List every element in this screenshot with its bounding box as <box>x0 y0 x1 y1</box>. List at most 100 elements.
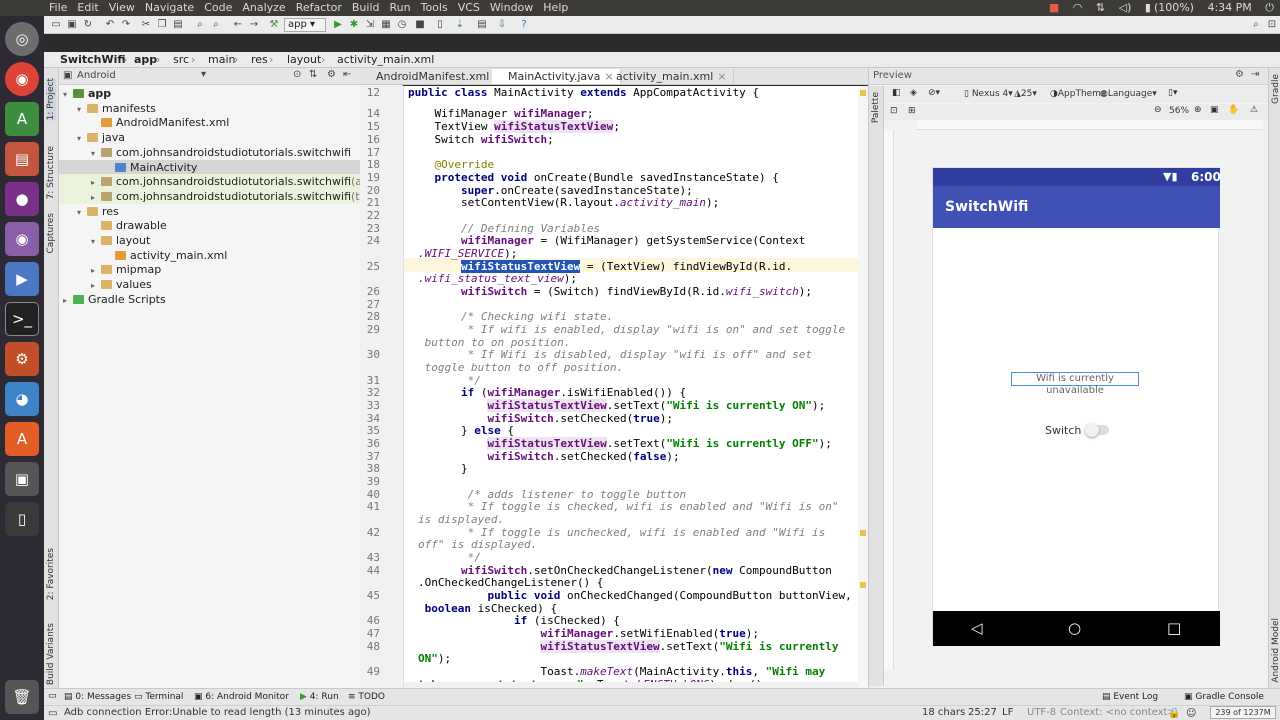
zoom-in-icon[interactable]: ⊕ <box>1194 105 1202 115</box>
tree-node[interactable]: AndroidManifest.xml <box>59 115 403 130</box>
theme-select[interactable]: ◑AppTheme <box>1050 89 1107 99</box>
code-line[interactable]: * If toggle is checked, wifi is enabled … <box>408 501 839 513</box>
copy-icon[interactable]: ❐ <box>156 19 168 31</box>
menu-view[interactable]: View <box>104 0 140 16</box>
tab-android-manifest[interactable]: AndroidManifest.xml× <box>360 69 510 84</box>
sync-icon[interactable]: ↻ <box>82 19 94 31</box>
stop-icon[interactable]: ■ <box>414 19 426 31</box>
paste-icon[interactable]: ▤ <box>172 19 184 31</box>
status-toggle-icon[interactable]: ▭ <box>48 708 57 719</box>
gradle-tool-tab[interactable]: Gradle <box>1271 74 1280 104</box>
android-model-tool-tab[interactable]: Android Model <box>1271 618 1280 683</box>
layer-icon[interactable]: ⊘▾ <box>928 88 940 98</box>
structure-tool-tab[interactable]: 7: Structure <box>46 146 56 200</box>
memory-indicator[interactable]: 239 of 1237M <box>1210 706 1276 719</box>
code-line[interactable]: public class MainActivity extends AppCom… <box>408 87 759 99</box>
breadcrumb-project[interactable]: SwitchWifi <box>60 53 126 67</box>
code-line[interactable]: wifiStatusTextView.setText("Wifi is curr… <box>408 437 832 450</box>
tree-node[interactable]: ▾ java <box>59 130 403 145</box>
tree-node[interactable]: ▸ mipmap <box>59 262 403 277</box>
todo-button[interactable]: ≡ TODO <box>348 692 385 702</box>
back-icon[interactable]: ← <box>232 19 244 31</box>
replace-icon[interactable]: ⌕ <box>210 19 222 31</box>
tree-node[interactable]: ▸ com.johnsandroidstudiotutorials.switchw… <box>59 174 404 190</box>
code-line[interactable]: toggle button to off position. <box>418 362 624 374</box>
breadcrumb-main[interactable]: main <box>208 53 235 67</box>
redo-icon[interactable]: ↷ <box>120 19 132 31</box>
workspaces-icon[interactable]: ▣ <box>5 462 39 496</box>
build-variants-tool-tab[interactable]: Build Variants <box>46 623 56 685</box>
help-icon[interactable]: ? <box>518 19 530 31</box>
layout-variant-icon[interactable]: ▯▾ <box>1168 88 1177 98</box>
inspector-icon[interactable]: ☺ <box>1186 708 1196 719</box>
file-encoding[interactable]: UTF-8 <box>1027 707 1056 718</box>
chrome-icon[interactable]: ◉ <box>5 62 39 96</box>
breadcrumb-app[interactable]: app <box>134 53 157 67</box>
volume-icon[interactable]: ◁) <box>1119 1 1132 14</box>
design-mode-icon[interactable]: ◧ <box>892 88 901 98</box>
tree-node[interactable]: ▾ manifests <box>59 101 403 116</box>
sync-tree-icon[interactable]: ⊙ <box>293 69 301 80</box>
api-select[interactable]: ◮25▾ <box>1014 89 1037 99</box>
view-dropdown-icon[interactable]: ▾ <box>201 69 206 80</box>
menu-vcs[interactable]: VCS <box>453 0 485 16</box>
run-button[interactable]: ▶ 4: Run <box>300 692 339 702</box>
warning-marker[interactable] <box>860 582 866 588</box>
language-select[interactable]: ◍Language▾ <box>1100 89 1157 99</box>
android-studio-icon[interactable]: A <box>5 102 39 136</box>
maximize-icon[interactable]: ⊡ <box>1266 19 1278 31</box>
code-line[interactable]: wifiSwitch = (Switch) findViewById(R.id.… <box>408 286 812 298</box>
attach-icon[interactable]: ⇲ <box>364 19 376 31</box>
captures-tool-tab[interactable]: Captures <box>46 213 56 253</box>
warning-marker[interactable] <box>860 530 866 536</box>
gradle-sync-icon[interactable]: ⇣ <box>454 19 466 31</box>
menu-file[interactable]: File <box>44 0 72 16</box>
code-line[interactable]: TextView wifiStatusTextView; <box>408 120 620 133</box>
battery-icon[interactable]: ▮ <box>1145 1 1151 14</box>
menu-edit[interactable]: Edit <box>72 0 103 16</box>
zoom-actual-icon[interactable]: ⊞ <box>908 106 916 116</box>
menu-refactor[interactable]: Refactor <box>291 0 347 16</box>
wifi-icon[interactable]: ◠ <box>1073 1 1083 14</box>
code-line[interactable]: @Override <box>408 159 495 171</box>
screenshot-icon[interactable]: ◕ <box>5 382 39 416</box>
code-line[interactable]: WifiManager wifiManager; <box>408 108 593 120</box>
code-line[interactable]: wifiManager = (WifiManager) getSystemSer… <box>408 235 805 247</box>
tree-node[interactable]: ▸ values <box>59 277 403 292</box>
code-line[interactable]: Switch wifiSwitch; <box>408 134 553 146</box>
caret-position[interactable]: 25:27 <box>968 707 997 718</box>
menu-code[interactable]: Code <box>199 0 237 16</box>
tree-node[interactable]: ▾ com.johnsandroidstudiotutorials.switchw… <box>59 145 403 160</box>
code-line[interactable]: .wifi_status_text_view); <box>418 273 577 285</box>
android-monitor-button[interactable]: ▣ 6: Android Monitor <box>194 692 289 702</box>
terminal-icon[interactable]: >_ <box>5 302 39 336</box>
files-icon[interactable]: ▤ <box>5 142 39 176</box>
collapse-icon[interactable]: ⇅ <box>309 69 317 80</box>
code-line[interactable]: */ <box>408 552 481 564</box>
code-line[interactable]: } <box>408 463 468 475</box>
screenshot-icon[interactable]: ▣ <box>1210 105 1219 115</box>
favorites-tool-tab[interactable]: 2: Favorites <box>46 548 56 600</box>
menu-help[interactable]: Help <box>538 0 573 16</box>
find-icon[interactable]: ⌕ <box>194 19 206 31</box>
tree-node[interactable]: activity_main.xml <box>59 248 403 263</box>
layout-toggle-icon[interactable]: ▭ <box>48 691 57 701</box>
zoom-fit-icon[interactable]: ⊡ <box>890 106 898 116</box>
power-icon[interactable]: ⏻ <box>1265 1 1274 14</box>
run-icon[interactable]: ▶ <box>332 19 344 31</box>
device-icon[interactable]: ▯ <box>5 502 39 536</box>
orientation-icon[interactable]: ◈ <box>910 88 917 98</box>
ubuntu-dash-icon[interactable]: ◎ <box>5 22 39 56</box>
menu-window[interactable]: Window <box>485 0 538 16</box>
zoom-out-icon[interactable]: ⊖ <box>1154 105 1162 115</box>
recorder-icon[interactable]: ● <box>5 182 39 216</box>
coverage-icon[interactable]: ▦ <box>380 19 392 31</box>
code-line[interactable]: setContentView(R.layout.activity_main); <box>408 197 719 209</box>
save-icon[interactable]: ▣ <box>66 19 78 31</box>
open-icon[interactable]: ▭ <box>50 19 62 31</box>
messages-button[interactable]: ▤ 0: Messages <box>64 692 131 702</box>
menu-navigate[interactable]: Navigate <box>140 0 199 16</box>
close-icon[interactable]: × <box>717 70 726 83</box>
code-line[interactable]: if (wifiManager.isWifiEnabled()) { <box>408 387 686 399</box>
code-line[interactable]: wifiManager.setWifiEnabled(true); <box>408 628 759 640</box>
